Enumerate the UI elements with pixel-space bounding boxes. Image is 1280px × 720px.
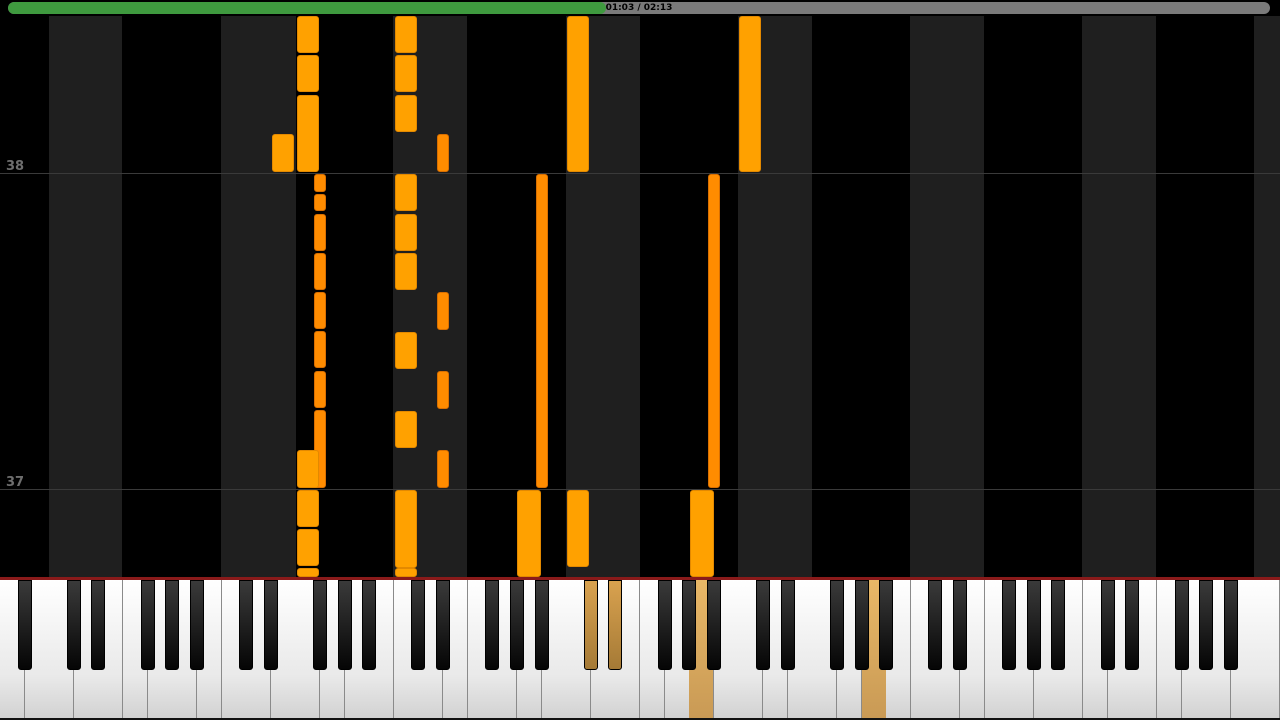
black-key-Fsharp1[interactable] bbox=[140, 580, 155, 670]
falling-note bbox=[567, 16, 589, 172]
falling-note bbox=[395, 174, 417, 211]
octave-lane bbox=[1254, 16, 1280, 577]
black-key-Dsharp7[interactable] bbox=[1125, 580, 1140, 670]
falling-note bbox=[567, 490, 589, 567]
black-key-Dsharp6[interactable] bbox=[953, 580, 967, 670]
black-key-Fsharp4[interactable] bbox=[657, 580, 672, 670]
black-key-Asharp1[interactable] bbox=[189, 580, 204, 670]
falling-note bbox=[297, 55, 319, 92]
falling-note bbox=[297, 490, 319, 527]
black-key-Asharp5[interactable] bbox=[879, 580, 894, 670]
falling-note bbox=[395, 332, 417, 369]
piano-keyboard[interactable] bbox=[0, 580, 1280, 720]
black-key-Dsharp4[interactable] bbox=[608, 580, 623, 670]
falling-note bbox=[739, 16, 761, 172]
black-key-Csharp6[interactable] bbox=[928, 580, 943, 670]
falling-note bbox=[314, 194, 326, 211]
black-key-Csharp7[interactable] bbox=[1100, 580, 1115, 670]
falling-note bbox=[272, 134, 294, 172]
black-key-Csharp2[interactable] bbox=[239, 580, 254, 670]
falling-note bbox=[395, 253, 417, 290]
falling-note bbox=[297, 95, 319, 172]
black-key-Csharp4[interactable] bbox=[583, 580, 598, 670]
falling-note bbox=[395, 568, 417, 577]
black-key-Gsharp5[interactable] bbox=[854, 580, 869, 670]
black-key-Asharp7[interactable] bbox=[1223, 580, 1238, 670]
falling-note bbox=[297, 450, 319, 488]
black-key-Csharp3[interactable] bbox=[411, 580, 426, 670]
black-key-Dsharp2[interactable] bbox=[263, 580, 278, 670]
falling-note bbox=[395, 411, 417, 448]
falling-note bbox=[297, 16, 319, 53]
falling-note bbox=[437, 450, 449, 488]
black-key-Gsharp7[interactable] bbox=[1199, 580, 1214, 670]
falling-note bbox=[297, 568, 319, 577]
measure-number: 37 bbox=[6, 475, 25, 490]
falling-note bbox=[690, 490, 714, 577]
black-key-Fsharp3[interactable] bbox=[485, 580, 500, 670]
falling-note bbox=[314, 214, 326, 251]
falling-note bbox=[536, 174, 548, 488]
measure-line bbox=[0, 173, 1280, 174]
falling-note bbox=[314, 371, 326, 408]
black-key-Asharp4[interactable] bbox=[706, 580, 721, 670]
octave-lane bbox=[1082, 16, 1156, 577]
falling-note bbox=[314, 174, 326, 192]
falling-note bbox=[395, 16, 417, 53]
black-key-Csharp1[interactable] bbox=[66, 580, 81, 670]
black-key-Dsharp3[interactable] bbox=[436, 580, 451, 670]
falling-note bbox=[437, 371, 449, 409]
falling-note bbox=[314, 292, 326, 329]
falling-note bbox=[395, 214, 417, 251]
falling-note bbox=[708, 174, 720, 488]
top-bar: 01:03 / 02:13 bbox=[0, 0, 1280, 16]
octave-lane bbox=[910, 16, 984, 577]
black-key-Asharp0[interactable] bbox=[17, 580, 32, 670]
black-key-Fsharp5[interactable] bbox=[829, 580, 844, 670]
black-key-Gsharp1[interactable] bbox=[165, 580, 180, 670]
playback-progress-bar[interactable]: 01:03 / 02:13 bbox=[8, 2, 1270, 14]
black-key-Asharp2[interactable] bbox=[362, 580, 377, 670]
black-key-Csharp5[interactable] bbox=[756, 580, 771, 670]
falling-note bbox=[314, 253, 326, 290]
falling-note bbox=[395, 490, 417, 568]
falling-note bbox=[437, 134, 449, 172]
black-key-Asharp6[interactable] bbox=[1051, 580, 1066, 670]
black-key-Gsharp4[interactable] bbox=[682, 580, 697, 670]
black-key-Fsharp2[interactable] bbox=[313, 580, 327, 670]
measure-number: 38 bbox=[6, 159, 25, 174]
black-key-Gsharp3[interactable] bbox=[509, 580, 524, 670]
falling-note bbox=[395, 55, 417, 92]
falling-note bbox=[437, 292, 449, 330]
falling-note bbox=[517, 490, 541, 577]
black-key-Dsharp5[interactable] bbox=[780, 580, 795, 670]
falling-note bbox=[395, 95, 417, 132]
white-key-C8[interactable] bbox=[1255, 580, 1280, 718]
falling-note bbox=[297, 529, 319, 566]
black-key-Asharp3[interactable] bbox=[534, 580, 549, 670]
falling-note bbox=[314, 331, 326, 368]
measure-line bbox=[0, 489, 1280, 490]
octave-lane bbox=[221, 16, 296, 577]
black-key-Gsharp2[interactable] bbox=[337, 580, 352, 670]
black-key-Fsharp7[interactable] bbox=[1174, 580, 1189, 670]
black-key-Gsharp6[interactable] bbox=[1026, 580, 1041, 670]
octave-lane bbox=[49, 16, 122, 577]
piano-roll: 38 37 bbox=[0, 16, 1280, 577]
black-key-Dsharp1[interactable] bbox=[91, 580, 106, 670]
black-key-Fsharp6[interactable] bbox=[1002, 580, 1017, 670]
time-display: 01:03 / 02:13 bbox=[605, 3, 673, 13]
